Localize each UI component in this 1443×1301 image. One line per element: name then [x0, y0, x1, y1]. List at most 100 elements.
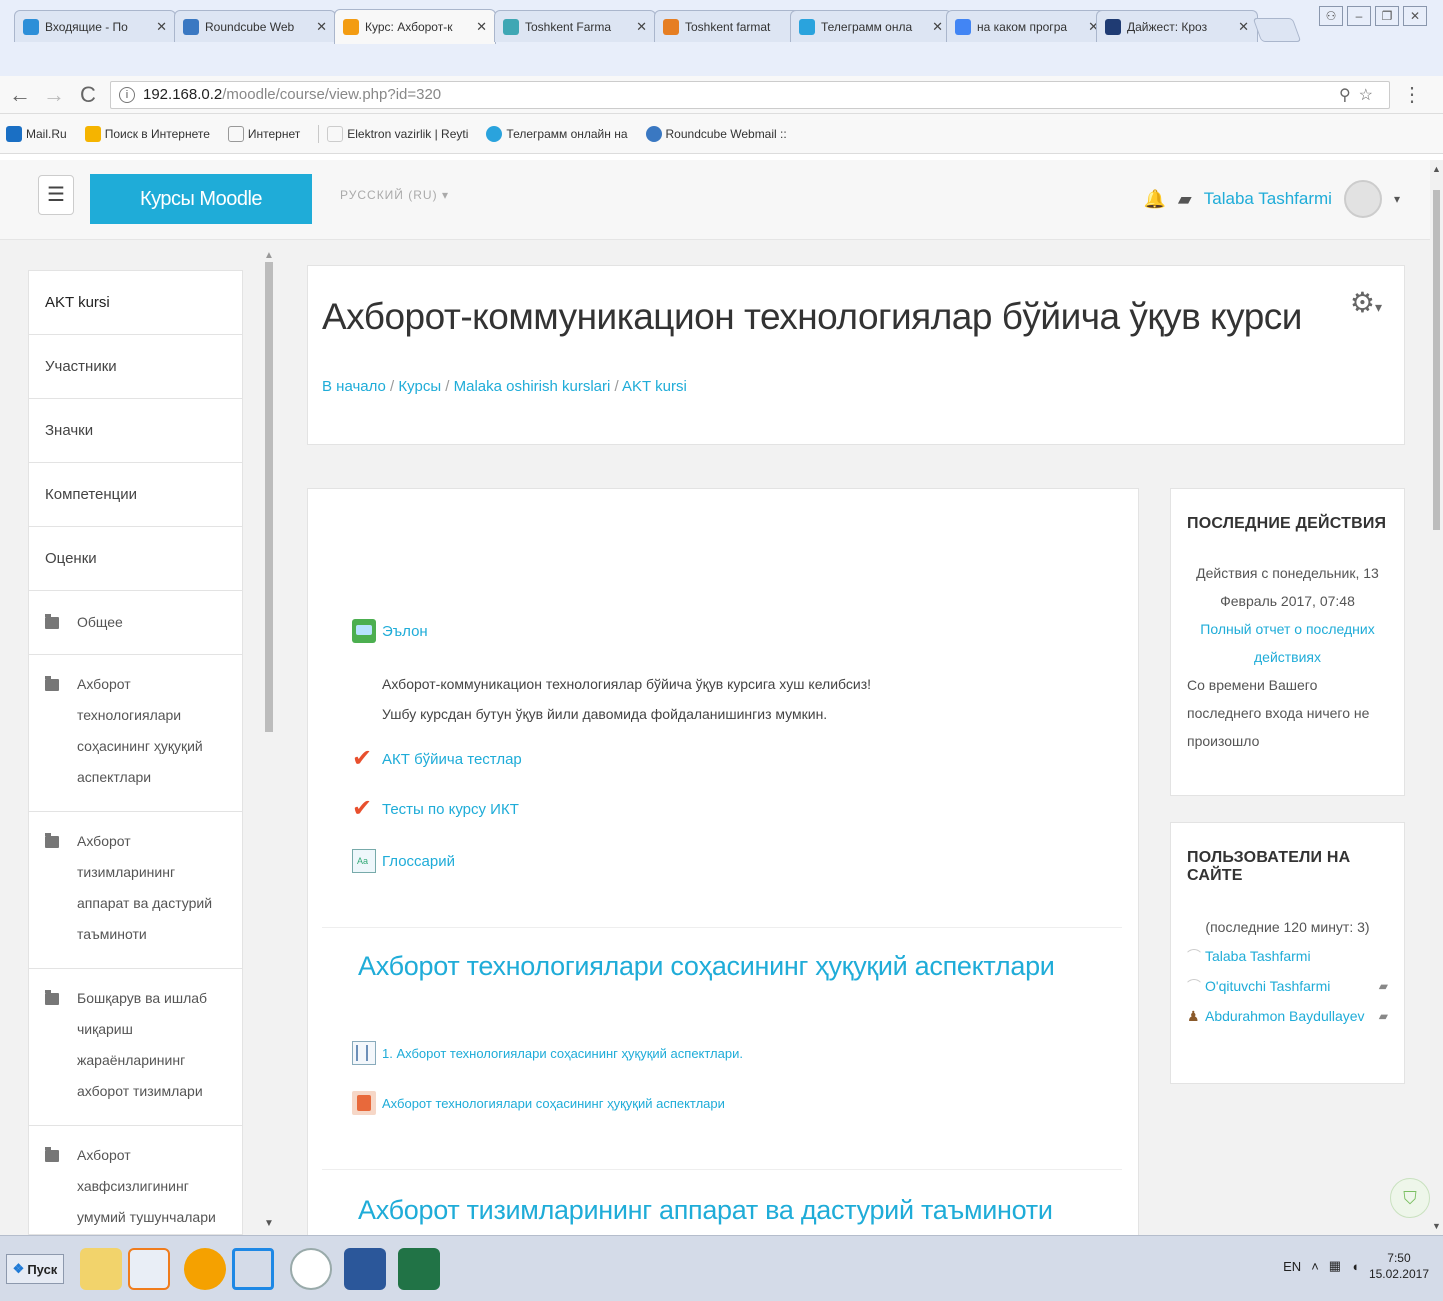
scroll-down-icon[interactable]: ▼	[1432, 1221, 1441, 1231]
network-icon[interactable]: ▦	[1329, 1258, 1341, 1274]
language-indicator[interactable]: EN	[1283, 1259, 1301, 1274]
clock-date: 15.02.2017	[1368, 1267, 1429, 1281]
zoom-star-icons[interactable]: ⚲☆	[1339, 85, 1381, 105]
drawer-item-competencies[interactable]: Компетенции	[29, 463, 242, 527]
user-link[interactable]: Abdurahmon Baydullayev	[1205, 1001, 1379, 1031]
drawer-section[interactable]: Бошқарув ва ишлаб чиқариш жараёнларининг…	[29, 969, 242, 1126]
new-tab-button[interactable]	[1252, 18, 1302, 42]
close-icon[interactable]: ✕	[636, 19, 647, 35]
url-input[interactable]: i 192.168.0.2/moodle/course/view.php?id=…	[110, 80, 1390, 109]
activity-glossary[interactable]: Глоссарий	[352, 849, 455, 873]
breadcrumb-category[interactable]: Malaka oshirish kurslari	[454, 378, 611, 395]
full-report-link[interactable]: Полный отчет о последних действиях	[1187, 615, 1388, 671]
reload-icon[interactable]: C	[74, 82, 102, 108]
close-icon[interactable]: ✕	[476, 19, 487, 35]
browser-tab[interactable]: Входящие - По ✕	[14, 10, 176, 42]
minimize-icon[interactable]: –	[1347, 6, 1371, 26]
excel-icon[interactable]	[398, 1248, 440, 1290]
user-link[interactable]: Talaba Tashfarmi	[1205, 941, 1388, 971]
maximize-icon[interactable]: ❐	[1375, 6, 1399, 26]
drawer-section[interactable]: Ахборот тизимларининг аппарат ва дастури…	[29, 812, 242, 969]
bookmark[interactable]: Интернет	[227, 125, 300, 142]
online-user[interactable]: ⌒ Talaba Tashfarmi	[1187, 941, 1388, 971]
arcgis-icon[interactable]	[184, 1248, 226, 1290]
drawer-section[interactable]: Общее	[29, 591, 242, 655]
drawer-item-course[interactable]: AKT kursi	[29, 271, 242, 335]
close-icon[interactable]: ✕	[156, 19, 167, 35]
close-icon[interactable]: ✕	[316, 19, 327, 35]
browser-tab-active[interactable]: Курс: Ахборот-к ✕	[334, 9, 496, 44]
user-link[interactable]: O'qituvchi Tashfarmi	[1205, 971, 1379, 1001]
browser-tab[interactable]: Toshkent Farma ✕	[494, 10, 656, 42]
tab-title: Toshkent farmat	[685, 19, 771, 34]
drawer-section[interactable]: Ахборот хавфсизлигининг умумий тушунчала…	[29, 1126, 242, 1234]
scroll-thumb[interactable]	[265, 262, 273, 732]
page-scrollbar[interactable]: ▲ ▼	[1430, 160, 1443, 1235]
volume-icon[interactable]: ◖	[1351, 1259, 1359, 1274]
close-icon[interactable]: ✕	[932, 19, 943, 35]
bookmark[interactable]: Телеграмм онлайн на	[486, 125, 628, 142]
user-menu-caret-icon[interactable]: ▾	[1394, 192, 1400, 206]
bookmark[interactable]: Mail.Ru	[6, 125, 67, 142]
summary-line: Ахборот-коммуникацион технологиялар бўйи…	[382, 676, 872, 692]
drawer-item-badges[interactable]: Значки	[29, 399, 242, 463]
language-menu[interactable]: РУССКИЙ (RU) ▾	[340, 188, 449, 202]
close-window-icon[interactable]: ✕	[1403, 6, 1427, 26]
bookmark[interactable]: Elektron vazirlik | Reyti	[327, 125, 468, 142]
start-button[interactable]: ❖ Пуск	[6, 1254, 64, 1284]
scroll-up-icon[interactable]: ▲	[264, 250, 274, 261]
drawer-section[interactable]: Ахборот технологиялари соҳасининг ҳуқуқи…	[29, 655, 242, 812]
breadcrumb-home[interactable]: В начало	[322, 378, 386, 395]
activity-resource[interactable]: Ахборот технологиялари соҳасининг ҳуқуқи…	[352, 1091, 725, 1115]
bell-icon[interactable]: 🔔	[1144, 189, 1166, 210]
bookmark[interactable]: Roundcube Webmail ::	[645, 125, 787, 142]
chrome-icon[interactable]	[290, 1248, 332, 1290]
online-user[interactable]: ⌒ O'qituvchi Tashfarmi ▰	[1187, 971, 1388, 1001]
site-brand[interactable]: Курсы Moodle Ташфарми	[90, 174, 312, 260]
activity-quiz[interactable]: Тесты по курсу ИКТ	[352, 797, 519, 821]
online-user[interactable]: ♟ Abdurahmon Baydullayev ▰	[1187, 1001, 1388, 1031]
drawer-item-grades[interactable]: Оценки	[29, 527, 242, 591]
tray-arrow-icon[interactable]: ˄	[1311, 1259, 1319, 1274]
menu-icon[interactable]: ⋮	[1402, 82, 1422, 107]
scroll-up-icon[interactable]: ▲	[1432, 164, 1441, 174]
clock[interactable]: 7:50 15.02.2017	[1369, 1250, 1429, 1282]
page-icon	[227, 125, 244, 142]
scroll-thumb[interactable]	[1433, 190, 1440, 530]
browser-tab[interactable]: Roundcube Web ✕	[174, 10, 336, 42]
user-icon[interactable]: ⚇	[1319, 6, 1343, 26]
activity-book[interactable]: 1. Ахборот технологиялари соҳасининг ҳуқ…	[352, 1041, 743, 1065]
breadcrumb-course[interactable]: AKT kursi	[622, 378, 687, 395]
message-icon[interactable]: ▰	[1379, 1001, 1388, 1031]
media-player-icon[interactable]	[232, 1248, 274, 1290]
user-nav: 🔔 ▰ Talaba Tashfarmi ▾	[1144, 180, 1400, 218]
drawer-item-participants[interactable]: Участники	[29, 335, 242, 399]
forward-icon[interactable]: →	[40, 82, 68, 108]
bookmark[interactable]: Поиск в Интернете	[84, 125, 210, 142]
browser-tab[interactable]: на каком програ ✕	[946, 10, 1108, 42]
activity-forum[interactable]: Эълон	[352, 619, 428, 643]
drawer-scrollbar[interactable]: ▲ ▼	[262, 250, 276, 1235]
message-icon[interactable]: ▰	[1379, 971, 1388, 1001]
section-title[interactable]: Ахборот технологиялари соҳасининг ҳуқуқи…	[358, 951, 1055, 982]
gear-icon[interactable]: ⚙▾	[1350, 286, 1382, 319]
tab-title: Toshkent Farma	[525, 19, 612, 34]
user-name[interactable]: Talaba Tashfarmi	[1204, 189, 1332, 209]
word-icon[interactable]	[344, 1248, 386, 1290]
outlook-icon[interactable]	[128, 1248, 170, 1290]
browser-tab[interactable]: Дайжест: Кроз ✕	[1096, 10, 1258, 42]
activity-quiz[interactable]: АКТ бўйича тестлар	[352, 747, 522, 771]
browser-tab[interactable]: Телеграмм онла ✕	[790, 10, 952, 42]
scroll-down-icon[interactable]: ▼	[264, 1218, 274, 1229]
close-icon[interactable]: ✕	[1238, 19, 1249, 35]
folder-icon	[45, 1147, 59, 1162]
drawer-toggle-button[interactable]: ☰	[38, 175, 74, 215]
avatar[interactable]	[1343, 180, 1382, 218]
back-icon[interactable]: ←	[6, 82, 34, 108]
section-title[interactable]: Ахборот тизимларининг аппарат ва дастури…	[358, 1195, 1053, 1226]
message-icon[interactable]: ▰	[1178, 189, 1192, 210]
shield-icon[interactable]: ⛉	[1390, 1178, 1430, 1218]
breadcrumb-courses[interactable]: Курсы	[398, 378, 441, 395]
info-icon[interactable]: i	[119, 86, 135, 103]
explorer-icon[interactable]	[80, 1248, 122, 1290]
